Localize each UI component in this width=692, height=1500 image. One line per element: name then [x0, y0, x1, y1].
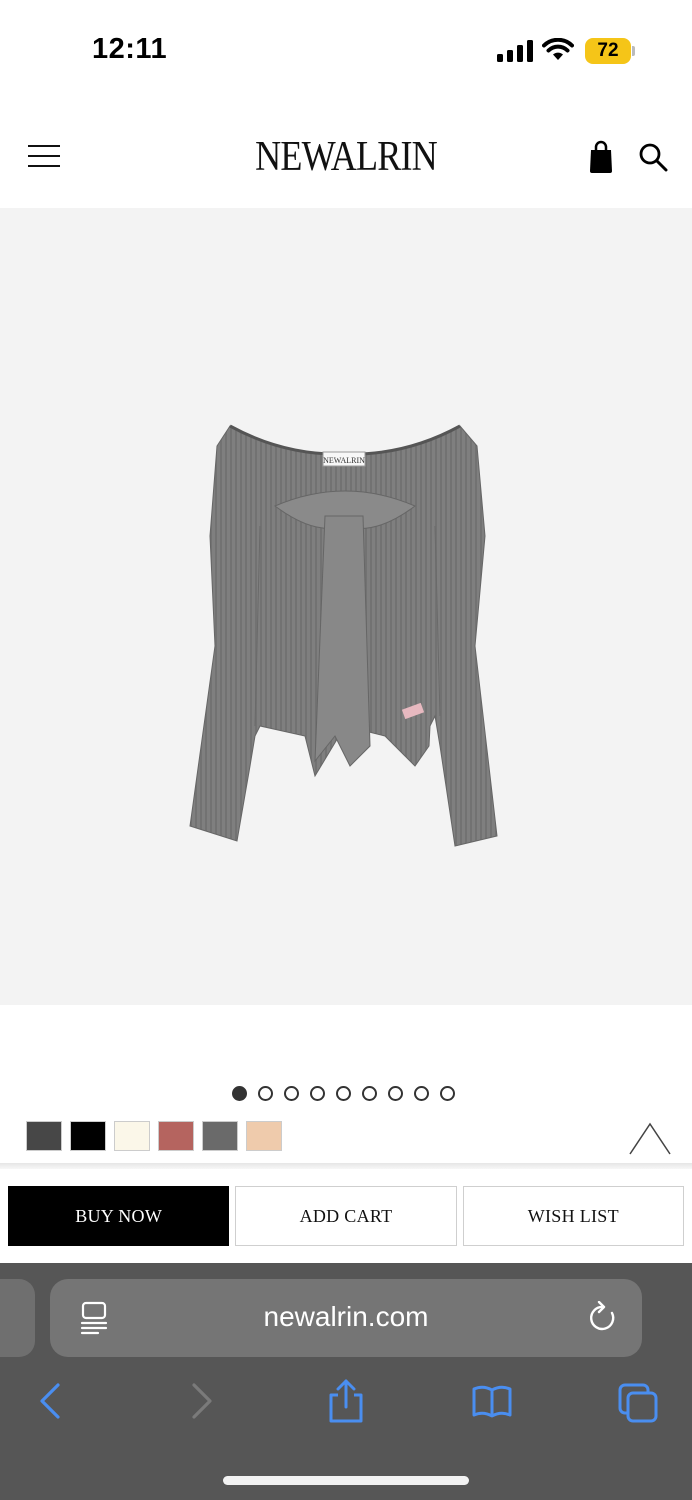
previous-tab-preview[interactable] [0, 1279, 35, 1357]
browser-toolbar: newalrin.com [0, 1263, 692, 1500]
scroll-to-top-icon[interactable] [628, 1120, 672, 1156]
carousel-dot[interactable] [336, 1086, 351, 1101]
carousel-dot[interactable] [440, 1086, 455, 1101]
carousel-dot[interactable] [258, 1086, 273, 1101]
color-swatch-black[interactable] [70, 1121, 106, 1151]
carousel-dot[interactable] [362, 1086, 377, 1101]
reload-icon[interactable] [588, 1301, 618, 1333]
cellular-signal-icon [497, 40, 533, 62]
color-swatch-rose[interactable] [158, 1121, 194, 1151]
back-icon[interactable] [32, 1379, 72, 1423]
add-cart-button[interactable]: ADD CART [235, 1186, 457, 1246]
carousel-dot[interactable] [232, 1086, 247, 1101]
carousel-dot[interactable] [414, 1086, 429, 1101]
product-photo: NEWALRIN [189, 424, 498, 847]
buy-now-button[interactable]: BUY NOW [8, 1186, 230, 1246]
wifi-icon [542, 38, 574, 60]
svg-text:NEWALRIN: NEWALRIN [323, 456, 365, 465]
home-indicator[interactable] [223, 1476, 469, 1485]
image-carousel-dots [232, 1086, 455, 1102]
shopping-bag-icon[interactable] [588, 140, 614, 174]
wish-list-button[interactable]: WISH LIST [462, 1186, 684, 1246]
forward-icon[interactable] [180, 1379, 220, 1423]
carousel-dot[interactable] [310, 1086, 325, 1101]
battery-level: 72 [585, 38, 631, 64]
bookmarks-icon[interactable] [472, 1379, 512, 1423]
url-text[interactable]: newalrin.com [50, 1301, 642, 1333]
color-swatch-gray[interactable] [202, 1121, 238, 1151]
color-swatch-beige[interactable] [246, 1121, 282, 1151]
address-bar[interactable]: newalrin.com [50, 1279, 642, 1357]
color-swatch-ivory[interactable] [114, 1121, 150, 1151]
divider [0, 1163, 692, 1169]
status-bar: 12:11 72 [0, 0, 692, 100]
tabs-icon[interactable] [618, 1379, 658, 1423]
site-header: NEWALRIN [0, 100, 692, 208]
status-time: 12:11 [92, 33, 168, 65]
search-icon[interactable] [638, 142, 668, 172]
battery-indicator: 72 [585, 38, 635, 64]
product-image[interactable]: NEWALRIN [0, 208, 692, 1005]
carousel-dot[interactable] [284, 1086, 299, 1101]
color-swatch-charcoal[interactable] [26, 1121, 62, 1151]
site-logo[interactable]: NEWALRIN [48, 133, 643, 181]
color-swatches [26, 1121, 282, 1151]
carousel-dot[interactable] [388, 1086, 403, 1101]
share-icon[interactable] [326, 1379, 366, 1423]
purchase-actions: BUY NOW ADD CART WISH LIST [8, 1186, 684, 1246]
